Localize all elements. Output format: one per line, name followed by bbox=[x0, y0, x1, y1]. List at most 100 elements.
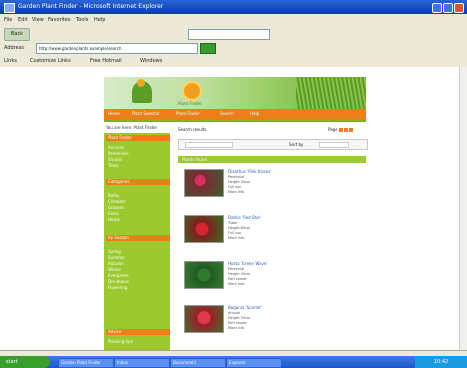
site-logo[interactable] bbox=[182, 81, 202, 101]
sort-label: Sort by bbox=[289, 142, 304, 147]
product-thumbnail[interactable] bbox=[184, 215, 224, 243]
page-button[interactable] bbox=[348, 128, 353, 132]
menu-view[interactable]: View bbox=[32, 17, 44, 23]
sidebar-item[interactable]: Herbs bbox=[108, 217, 120, 222]
pager-label: Page bbox=[328, 127, 338, 132]
product-thumbnail[interactable] bbox=[184, 261, 224, 289]
flower-illustration bbox=[137, 79, 145, 87]
sidebar-item[interactable]: Climbers bbox=[108, 199, 126, 204]
site-nav-home[interactable]: Home bbox=[108, 111, 120, 116]
sidebar-item[interactable]: Trees bbox=[108, 163, 118, 168]
product-detail: Tuber bbox=[228, 221, 238, 225]
site-nav-help[interactable]: Help bbox=[250, 111, 259, 116]
product-more-link[interactable]: More info bbox=[228, 282, 244, 286]
sidebar-heading: By Season bbox=[106, 235, 170, 241]
breadcrumb: You are here: Plant Finder bbox=[106, 125, 158, 130]
product-item[interactable]: Begonia 'Scarlet' Annual Height 25cm Par… bbox=[184, 305, 364, 335]
menu-help[interactable]: Help bbox=[94, 17, 105, 23]
results-header: Plants found bbox=[178, 156, 366, 163]
site-nav-search[interactable]: Search bbox=[220, 111, 234, 116]
taskbar-item[interactable]: Document1 bbox=[170, 358, 226, 368]
site-nav-plant-selector[interactable]: Plant Selector bbox=[132, 111, 160, 116]
address-bar: Address http://www.gardenplants.example/… bbox=[0, 41, 467, 56]
product-detail: Height 60cm bbox=[228, 226, 251, 230]
main-content: Search results Page Sort by Plants found… bbox=[178, 127, 368, 350]
product-detail: Full sun bbox=[228, 185, 242, 189]
product-item[interactable]: Dahlia 'Red Star' Tuber Height 60cm Full… bbox=[184, 215, 364, 245]
link-windows[interactable]: Windows bbox=[140, 58, 162, 64]
product-title[interactable]: Dianthus 'Pink Kisses' bbox=[228, 169, 271, 174]
product-more-link[interactable]: More info bbox=[228, 236, 244, 240]
sidebar-item[interactable]: Winter bbox=[108, 267, 121, 272]
product-item[interactable]: Dianthus 'Pink Kisses' Perennial Height … bbox=[184, 169, 364, 199]
close-button[interactable] bbox=[454, 3, 464, 13]
site-logo-text: Plant Finder bbox=[178, 101, 202, 106]
sidebar-item[interactable]: Shrubs bbox=[108, 157, 122, 162]
sidebar-item[interactable]: Grasses bbox=[108, 205, 124, 210]
product-detail: Part shade bbox=[228, 321, 247, 325]
sidebar-item[interactable]: Summer bbox=[108, 255, 125, 260]
links-label: Links bbox=[4, 58, 17, 64]
sidebar-item[interactable]: Perennials bbox=[108, 151, 129, 156]
sidebar-item[interactable]: Bulbs bbox=[108, 193, 119, 198]
minimize-button[interactable] bbox=[432, 3, 442, 13]
page-button[interactable] bbox=[338, 128, 343, 132]
product-thumbnail[interactable] bbox=[184, 305, 224, 333]
product-detail: Perennial bbox=[228, 175, 245, 179]
window-title: Garden Plant Finder - Microsoft Internet… bbox=[18, 3, 164, 10]
system-tray-clock[interactable]: 10:42 bbox=[415, 356, 467, 368]
sidebar-item[interactable]: Evergreen bbox=[108, 273, 128, 278]
filter-toolbar: Sort by bbox=[178, 139, 368, 150]
menu-tools[interactable]: Tools bbox=[76, 17, 88, 23]
product-detail: Height 25cm bbox=[228, 316, 251, 320]
product-title[interactable]: Hosta 'Green Wave' bbox=[228, 261, 267, 266]
nav-divider bbox=[104, 119, 366, 122]
product-more-link[interactable]: More info bbox=[228, 190, 244, 194]
product-thumbnail[interactable] bbox=[184, 169, 224, 197]
menu-file[interactable]: File bbox=[4, 17, 12, 23]
product-title[interactable]: Dahlia 'Red Star' bbox=[228, 215, 261, 220]
sidebar-heading: Categories bbox=[106, 179, 170, 185]
filter-select[interactable] bbox=[185, 142, 233, 148]
taskbar-item[interactable]: Explorer bbox=[226, 358, 282, 368]
product-more-link[interactable]: More info bbox=[228, 326, 244, 330]
sidebar-item[interactable]: Autumn bbox=[108, 261, 124, 266]
sidebar-item[interactable]: Ferns bbox=[108, 211, 119, 216]
sidebar-item[interactable]: Deciduous bbox=[108, 279, 129, 284]
maximize-button[interactable] bbox=[443, 3, 453, 13]
product-detail: Perennial bbox=[228, 267, 245, 271]
sidebar-item[interactable]: Annuals bbox=[108, 145, 124, 150]
sidebar-item[interactable]: Spring bbox=[108, 249, 121, 254]
sidebar-item[interactable]: Planting tips bbox=[108, 339, 133, 344]
pager[interactable]: Page bbox=[328, 127, 353, 132]
sidebar-item[interactable]: Flowering bbox=[108, 285, 127, 290]
nav-toolbar: Back bbox=[0, 26, 467, 41]
link-hotmail[interactable]: Free Hotmail bbox=[90, 58, 122, 64]
product-item[interactable]: Hosta 'Green Wave' Perennial Height 40cm… bbox=[184, 261, 364, 291]
link-customize[interactable]: Customize Links bbox=[30, 58, 71, 64]
site-banner: Plant Finder bbox=[104, 77, 366, 109]
menu-favorites[interactable]: Favorites bbox=[48, 17, 71, 23]
start-button[interactable]: start bbox=[0, 356, 50, 368]
sidebar: Plant Finder Annuals Perennials Shrubs T… bbox=[104, 133, 170, 350]
address-label: Address bbox=[4, 45, 24, 51]
vertical-scrollbar[interactable] bbox=[459, 67, 467, 350]
taskbar-item[interactable]: Inbox bbox=[114, 358, 170, 368]
product-detail: Height 40cm bbox=[228, 272, 251, 276]
product-title[interactable]: Begonia 'Scarlet' bbox=[228, 305, 262, 310]
product-detail: Annual bbox=[228, 311, 241, 315]
browser-icon bbox=[4, 3, 15, 13]
results-header-label: Plants found bbox=[182, 157, 207, 162]
address-field[interactable]: http://www.gardenplants.example/search bbox=[36, 43, 198, 54]
sidebar-heading: Plant Finder bbox=[106, 135, 170, 141]
taskbar-item[interactable]: Garden Plant Finder bbox=[58, 358, 114, 368]
menu-edit[interactable]: Edit bbox=[18, 17, 28, 23]
search-input[interactable] bbox=[188, 29, 270, 40]
back-button[interactable]: Back bbox=[4, 28, 30, 41]
site-nav-plant-finder[interactable]: Plant Finder bbox=[176, 111, 200, 116]
sort-select[interactable] bbox=[319, 142, 349, 148]
grass-image bbox=[296, 77, 366, 109]
product-detail: Height 30cm bbox=[228, 180, 251, 184]
go-button[interactable] bbox=[200, 43, 216, 54]
page-button[interactable] bbox=[343, 128, 348, 132]
